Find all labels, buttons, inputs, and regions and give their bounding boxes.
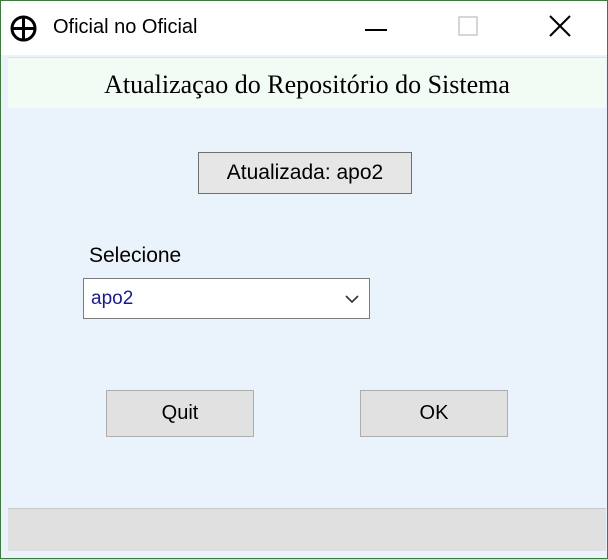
close-button[interactable] bbox=[514, 1, 606, 55]
window-title: Oficial no Oficial bbox=[53, 16, 198, 38]
crosshair-circle-icon[interactable] bbox=[10, 15, 37, 42]
ok-button[interactable]: OK bbox=[360, 390, 508, 437]
repository-select[interactable]: apo2 bbox=[83, 278, 370, 319]
app-window: Oficial no Oficial Atualizaçao do Reposi… bbox=[0, 0, 608, 559]
select-label: Selecione bbox=[89, 244, 182, 267]
status-label: Atualizada: apo2 bbox=[198, 152, 412, 194]
quit-button[interactable]: Quit bbox=[106, 390, 254, 437]
close-icon bbox=[549, 14, 571, 42]
header-band: Atualizaçao do Repositório do Sistema bbox=[8, 57, 606, 108]
select-value: apo2 bbox=[91, 288, 134, 309]
maximize-button[interactable] bbox=[422, 1, 514, 55]
chevron-down-icon[interactable] bbox=[344, 292, 360, 304]
maximize-icon bbox=[458, 15, 478, 41]
minimize-icon bbox=[365, 19, 387, 37]
status-bar bbox=[8, 508, 606, 551]
title-bar[interactable]: Oficial no Oficial bbox=[1, 1, 607, 55]
page-title: Atualizaçao do Repositório do Sistema bbox=[104, 70, 510, 99]
minimize-button[interactable] bbox=[330, 1, 422, 55]
